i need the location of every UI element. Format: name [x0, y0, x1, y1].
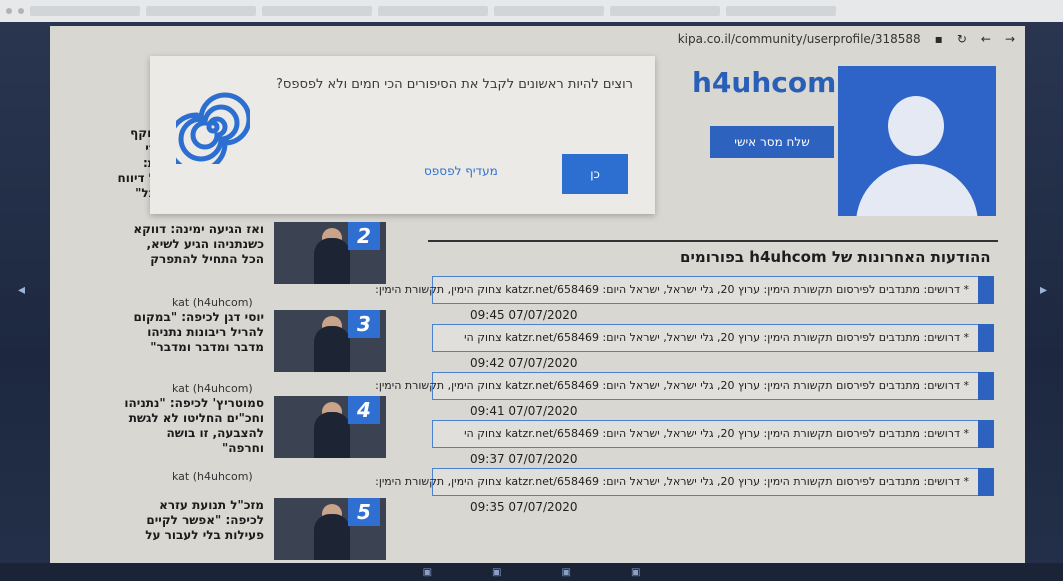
article-thumbnail[interactable]: 5	[274, 498, 386, 560]
forum-post-text[interactable]: * דרושים: מתנדבים לפירסום תקשורת הימין: …	[375, 283, 969, 296]
article-thumbnail[interactable]: 3	[274, 310, 386, 372]
forum-post-row[interactable]: * דרושים: מתנדבים לפירסום תקשורת הימין: …	[375, 468, 994, 496]
article-item[interactable]: 3 יוסי דגן לכיפה: "במקום להריל ריבונות נ…	[124, 310, 386, 372]
window-control-icon[interactable]	[18, 8, 24, 14]
decline-button[interactable]: מעדיף לפספס	[424, 164, 498, 178]
profile-username: h4uhcom	[692, 66, 837, 99]
browser-tab[interactable]	[610, 6, 720, 16]
web-page: kipa.co.il/community/userprofile/318588 …	[50, 26, 1025, 564]
article-thumbnail[interactable]: 2	[274, 222, 386, 284]
browser-tab[interactable]	[30, 6, 140, 16]
article-title[interactable]: סמוטריץ' לכיפה: "נתניהו וחכ"ים החליטו לא…	[124, 396, 274, 456]
confirm-button[interactable]: כן	[562, 154, 628, 194]
back-arrow-icon[interactable]: ←	[981, 32, 991, 46]
taskbar: ▣ ▣ ▣ ▣	[0, 563, 1063, 581]
forum-post-row[interactable]: * דרושים: מתנדבים לפירסום תקשורת הימין: …	[432, 324, 994, 352]
article-rank-badge: 4	[348, 396, 380, 424]
window-control-icon[interactable]	[6, 8, 12, 14]
article-author: kat (h4uhcom)	[172, 382, 253, 395]
right-nav-arrow-icon[interactable]: ▸	[1040, 282, 1047, 298]
recent-posts-title: ההודעות האחרונות של h4uhcom בפורומים	[680, 248, 991, 266]
article-title[interactable]: מזכ"ל תנועת עזרא לכיפה: "אפשר לקיים פעיל…	[124, 498, 274, 543]
post-date: 09:42 07/07/2020	[470, 356, 578, 370]
taskbar-icon[interactable]: ▣	[631, 567, 640, 578]
article-item[interactable]: 2 ואז הגיעה ימינה: דווקא כשנתניהו הגיע ל…	[124, 222, 386, 284]
browser-tab[interactable]	[378, 6, 488, 16]
article-item[interactable]: 5 מזכ"ל תנועת עזרא לכיפה: "אפשר לקיים פע…	[124, 498, 386, 560]
article-title[interactable]: ואז הגיעה ימינה: דווקא כשנתניהו הגיע לשי…	[124, 222, 274, 267]
article-title[interactable]: יוסי דגן לכיפה: "במקום להריל ריבונות נתנ…	[124, 310, 274, 355]
divider	[428, 240, 998, 242]
article-item[interactable]: 4 סמוטריץ' לכיפה: "נתניהו וחכ"ים החליטו …	[124, 396, 386, 458]
post-date: 09:37 07/07/2020	[470, 452, 578, 466]
taskbar-icon[interactable]: ▣	[562, 567, 571, 578]
post-date: 09:35 07/07/2020	[470, 500, 578, 514]
article-thumbnail[interactable]: 4	[274, 396, 386, 458]
left-nav-arrow-icon[interactable]: ◂	[18, 282, 25, 298]
browser-tab[interactable]	[146, 6, 256, 16]
article-author: kat (h4uhcom)	[172, 296, 253, 309]
url-text[interactable]: kipa.co.il/community/userprofile/318588	[678, 32, 921, 46]
spiral-logo-icon	[176, 92, 250, 164]
forum-post-row[interactable]: * דרושים: מתנדבים לפירסום תקשורת הימין: …	[375, 372, 994, 400]
article-rank-badge: 5	[348, 498, 380, 526]
post-date: 09:45 07/07/2020	[470, 308, 578, 322]
popup-message: רוצים להיות ראשונים לקבל את הסיפורים הכי…	[276, 77, 633, 92]
browser-tab[interactable]	[262, 6, 372, 16]
forum-post-text[interactable]: * דרושים: מתנדבים לפירסום תקשורת הימין: …	[464, 331, 969, 344]
browser-tab[interactable]	[494, 6, 604, 16]
avatar	[838, 66, 996, 216]
forum-post-text[interactable]: * דרושים: מתנדבים לפירסום תקשורת הימין: …	[375, 475, 969, 488]
taskbar-icon[interactable]: ▣	[423, 567, 432, 578]
send-message-button[interactable]: שלח מסר אישי	[710, 126, 834, 158]
bookmark-icon[interactable]: ▪	[935, 32, 943, 46]
browser-tab[interactable]	[726, 6, 836, 16]
forum-post-text[interactable]: * דרושים: מתנדבים לפירסום תקשורת הימין: …	[464, 427, 969, 440]
taskbar-icon[interactable]: ▣	[492, 567, 501, 578]
forum-post-text[interactable]: * דרושים: מתנדבים לפירסום תקשורת הימין: …	[375, 379, 969, 392]
article-rank-badge: 2	[348, 222, 380, 250]
article-author: kat (h4uhcom)	[172, 470, 253, 483]
article-rank-badge: 3	[348, 310, 380, 338]
notification-popup: רוצים להיות ראשונים לקבל את הסיפורים הכי…	[150, 56, 655, 214]
forum-post-row[interactable]: * דרושים: מתנדבים לפירסום תקשורת הימין: …	[375, 276, 994, 304]
forum-post-row[interactable]: * דרושים: מתנדבים לפירסום תקשורת הימין: …	[432, 420, 994, 448]
post-date: 09:41 07/07/2020	[470, 404, 578, 418]
partial-article-text: זוקף רי ת: ל דיווח בל"	[117, 126, 156, 200]
address-bar[interactable]: kipa.co.il/community/userprofile/318588 …	[645, 26, 1025, 52]
reload-icon[interactable]: ↻	[957, 32, 967, 46]
browser-tab-strip	[0, 0, 1063, 22]
forward-arrow-icon[interactable]: →	[1005, 32, 1015, 46]
